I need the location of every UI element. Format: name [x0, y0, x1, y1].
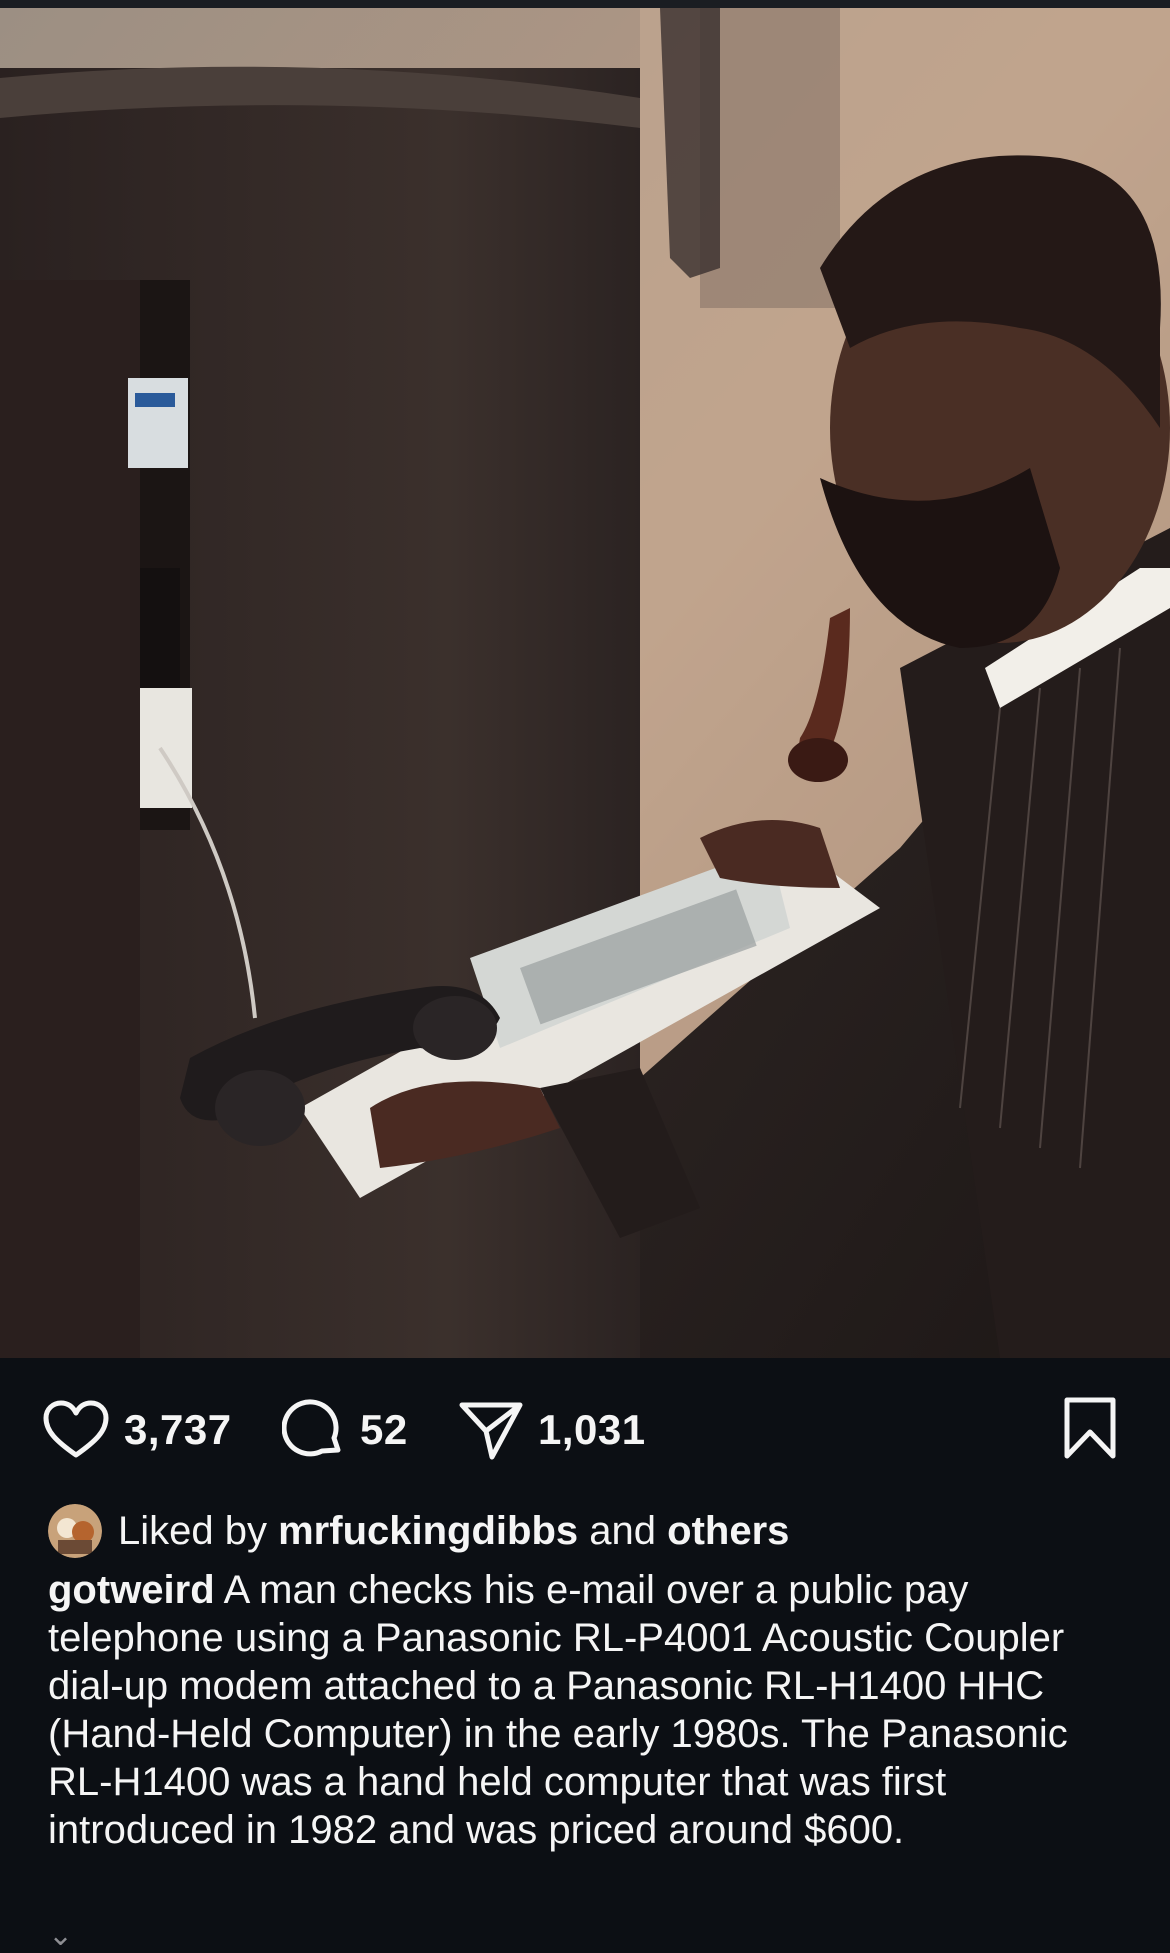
- bookmark-icon: [1064, 1397, 1116, 1459]
- comment-button[interactable]: 52: [282, 1398, 408, 1462]
- like-count: 3,737: [124, 1406, 232, 1453]
- comment-bubble-icon: [282, 1399, 341, 1457]
- avatar-image: [48, 1504, 102, 1558]
- caption-username[interactable]: gotweird: [48, 1568, 215, 1612]
- comment-count: 52: [360, 1406, 408, 1453]
- post-actions-bar: 3,737 52 1,031: [0, 1358, 1170, 1498]
- share-count: 1,031: [538, 1406, 646, 1453]
- heart-icon: [43, 1400, 109, 1458]
- liked-by-prefix: Liked by: [118, 1508, 267, 1553]
- status-bar-edge: [0, 0, 1170, 8]
- save-button[interactable]: [1062, 1396, 1118, 1460]
- avatar[interactable]: [48, 1504, 102, 1558]
- like-button[interactable]: 3,737: [42, 1398, 232, 1462]
- post-caption: gotweird A man checks his e-mail over a …: [48, 1566, 1128, 1854]
- photo-illustration: [0, 8, 1170, 1358]
- liked-by-and: and: [589, 1508, 657, 1553]
- liked-by-user-link[interactable]: mrfuckingdibbs: [278, 1509, 578, 1554]
- post-timestamp-partial: ⌄: [48, 1919, 74, 1952]
- post-photo[interactable]: [0, 8, 1170, 1358]
- liked-by-others-link[interactable]: others: [667, 1509, 789, 1554]
- share-button[interactable]: 1,031: [458, 1398, 646, 1462]
- paper-plane-icon: [459, 1402, 523, 1460]
- liked-by-row: Liked by mrfuckingdibbs and others: [48, 1503, 789, 1559]
